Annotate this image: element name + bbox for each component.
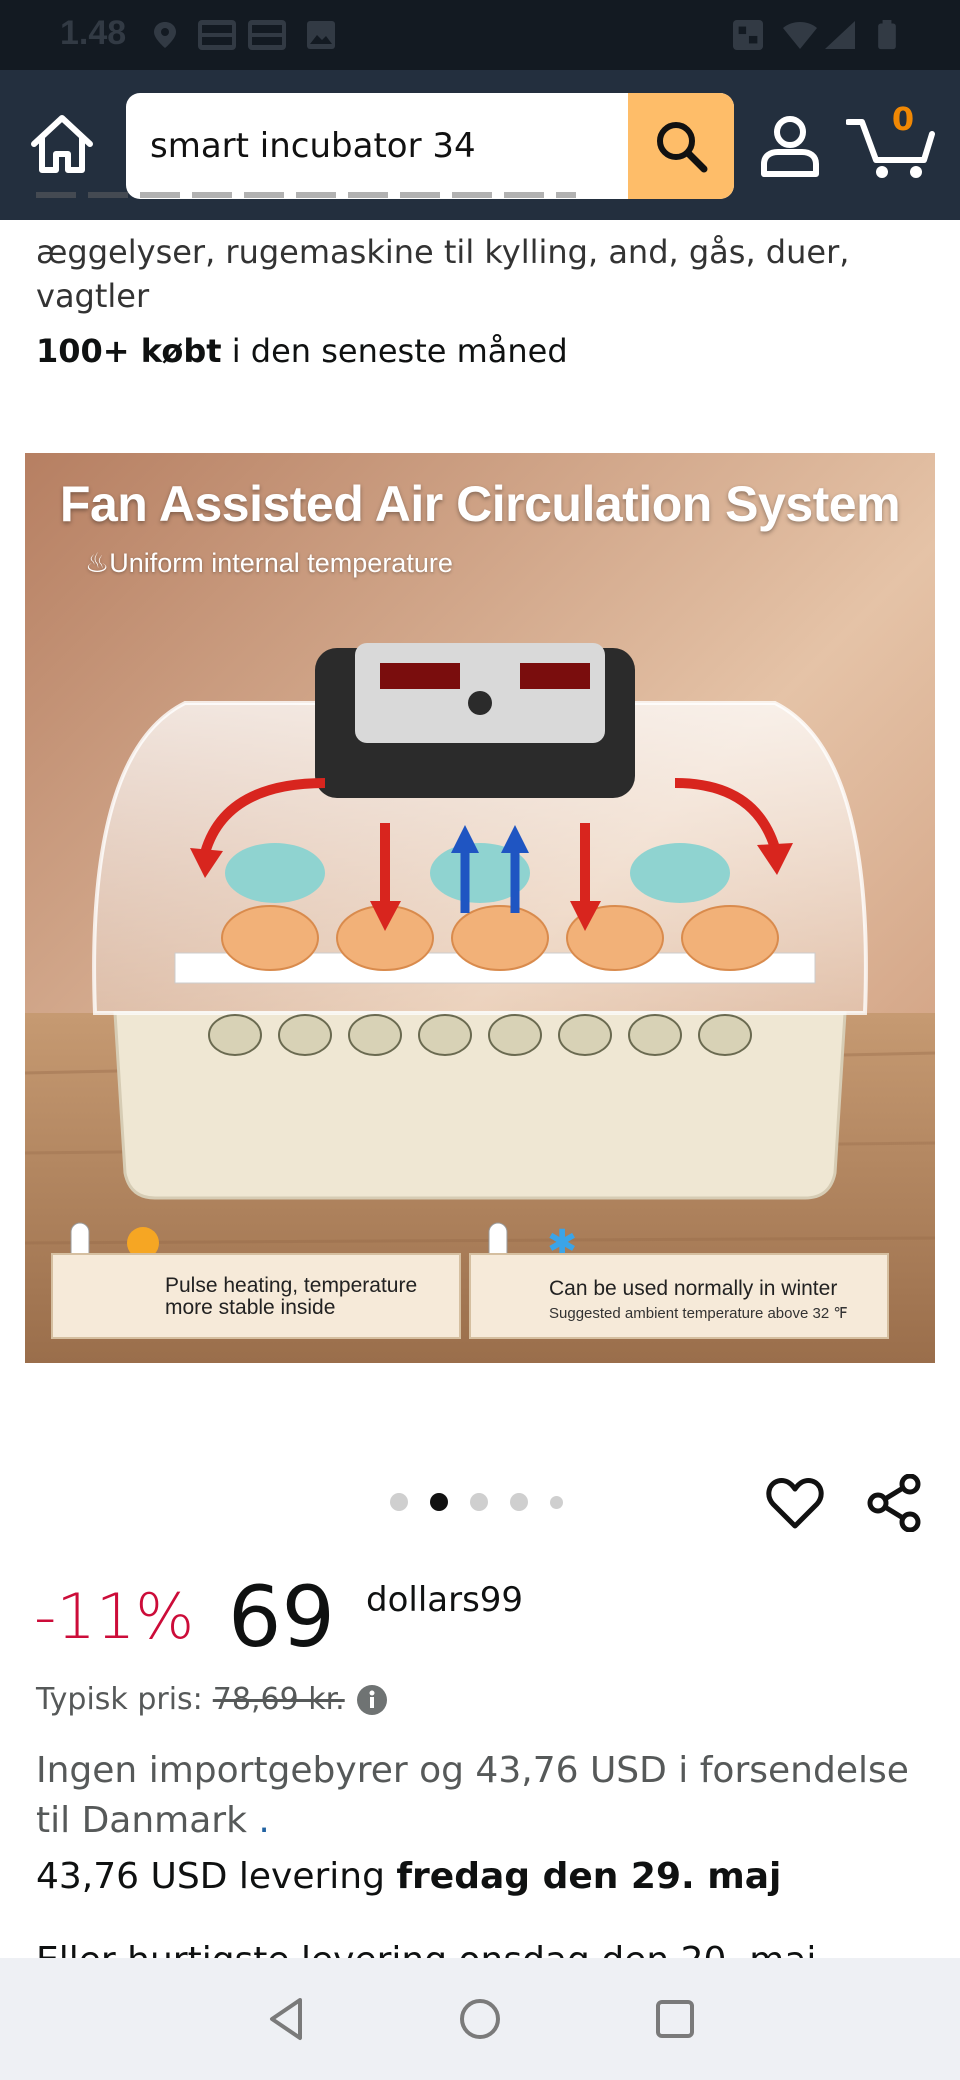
status-bar: 1.48 <box>0 0 960 70</box>
home-icon[interactable] <box>28 110 96 178</box>
feature-winter-sub: Suggested ambient temperature above 32 ℉ <box>549 1305 848 1322</box>
location-icon <box>154 22 176 48</box>
feature-winter: Can be used normally in winter Suggested… <box>469 1253 889 1339</box>
temu-app-icon <box>198 20 236 50</box>
price-whole: 69 <box>228 1568 335 1666</box>
wifi-icon <box>783 22 817 49</box>
carousel-dot[interactable] <box>390 1493 408 1511</box>
search-icon <box>657 122 708 173</box>
search-button[interactable] <box>628 93 734 199</box>
carousel-dot[interactable] <box>550 1495 563 1509</box>
feature-winter-title: Can be used normally in winter <box>549 1277 838 1300</box>
fastest-delivery: Eller hurtigste levering onsdag den 20. … <box>36 1940 916 1958</box>
search-input[interactable] <box>126 93 626 199</box>
delivery-date: fredag den 29. maj <box>396 1856 782 1897</box>
info-icon[interactable] <box>356 1684 387 1715</box>
shipping-info: Ingen importgebyrer og 43,76 USD i forse… <box>36 1746 926 1846</box>
temu-app-icon <box>248 20 286 50</box>
search-box <box>126 93 734 199</box>
status-time: 1.48 <box>60 14 127 52</box>
cart-button[interactable]: 0 <box>846 100 936 182</box>
fastest-delivery-text: Eller hurtigste levering onsdag den 20. … <box>36 1940 816 1958</box>
bought-count: 100+ købt i den seneste måned <box>36 332 568 370</box>
price-fraction: dollars99 <box>366 1580 524 1620</box>
volte-icon <box>733 20 763 50</box>
account-icon[interactable] <box>758 114 822 178</box>
incubator-illustration: ✱ <box>25 453 935 1363</box>
typical-price-label: Typisk pris: <box>36 1682 203 1717</box>
cart-count: 0 <box>891 100 915 138</box>
carousel-indicator <box>390 1492 585 1512</box>
product-title[interactable]: æggelyser, rugemaskine til kylling, and,… <box>36 230 916 318</box>
back-nav-icon[interactable] <box>262 1994 312 2044</box>
feature-heating-text: Pulse heating, temperature more stable i… <box>165 1274 418 1319</box>
product-image[interactable]: ✱ Fan Assisted Air Circulation System ♨U… <box>25 453 935 1363</box>
image-subheadline: ♨Uniform internal temperature <box>85 548 453 578</box>
delivery-prefix: 43,76 USD levering <box>36 1856 397 1897</box>
discount-percent: -11% <box>34 1580 195 1653</box>
home-nav-icon[interactable] <box>455 1994 505 2044</box>
shipping-text: Ingen importgebyrer og 43,76 USD i forse… <box>36 1750 909 1841</box>
image-icon <box>307 21 335 49</box>
carousel-dot[interactable] <box>510 1493 528 1511</box>
typical-price-value: 78,69 kr. <box>212 1682 345 1717</box>
delivery-info: 43,76 USD levering fredag den 29. maj <box>36 1856 781 1897</box>
carousel-dot[interactable] <box>470 1493 488 1511</box>
battery-icon <box>878 20 896 50</box>
recents-nav-icon[interactable] <box>650 1994 700 2044</box>
share-icon[interactable] <box>866 1474 922 1532</box>
title-cut-line <box>36 192 936 220</box>
wishlist-heart-icon[interactable] <box>766 1474 824 1532</box>
shipping-details-link[interactable]: . <box>247 1800 269 1841</box>
image-headline: Fan Assisted Air Circulation System <box>59 476 901 532</box>
typical-price: Typisk pris: 78,69 kr. <box>36 1682 387 1717</box>
feature-heating: Pulse heating, temperature more stable i… <box>51 1253 461 1339</box>
signal-icon <box>825 21 855 49</box>
system-nav-bar <box>0 1958 960 2080</box>
carousel-dot-active[interactable] <box>430 1493 448 1511</box>
